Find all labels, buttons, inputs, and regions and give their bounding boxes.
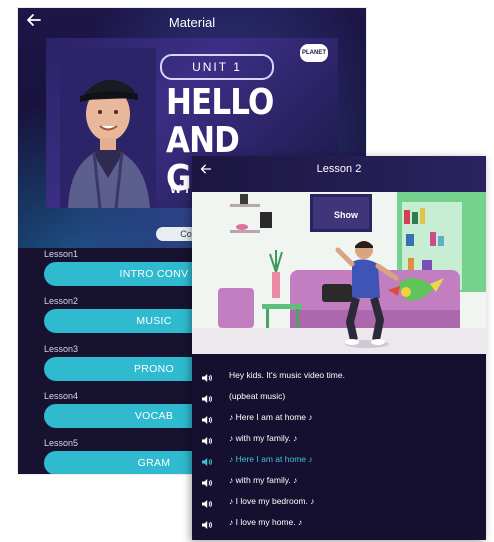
speaker-icon[interactable] [201,455,213,467]
speaker-icon[interactable] [201,392,213,404]
lyric-text: ♪ Here I am at home ♪ [229,412,313,422]
music-video-frame: Show [192,192,486,354]
page-title: Material [168,15,216,30]
lyric-line[interactable]: ♪ Here I am at home ♪ [192,409,486,429]
lyric-line[interactable]: Hey kids. It's music video time. [192,367,486,387]
speaker-icon[interactable] [201,497,213,509]
lyric-text: ♪ with my family. ♪ [229,433,298,443]
lyric-text: ♪ Here I am at home ♪ [229,454,313,464]
speaker-icon[interactable] [201,434,213,446]
cover-subtitle: WI [170,182,193,196]
poster-text: Show [334,210,359,220]
lyric-line[interactable]: (upbeat music) [192,388,486,408]
lyric-line-active[interactable]: ♪ Here I am at home ♪ [192,451,486,471]
planet-logo: PLANET [300,44,328,62]
lyric-text: ♪ I love my home. ♪ [229,517,303,527]
unit-badge: UNIT 1 [160,54,274,80]
lesson-header: Lesson 2 [192,156,486,192]
lyric-line[interactable]: ♪ with my family. ♪ [192,430,486,450]
video-player[interactable]: Show [192,192,486,354]
speaker-icon[interactable] [201,371,213,383]
lesson-title: Lesson 2 [316,163,362,175]
cover-boy-image [60,48,156,208]
speaker-icon[interactable] [201,476,213,488]
lyric-text: ♪ I love my bedroom. ♪ [229,496,315,506]
lesson-screen: Lesson 2 Show Hey kids. It's music video… [192,156,486,540]
lyric-text: Hey kids. It's music video time. [229,370,345,380]
lyric-line[interactable]: ♪ I love my home. ♪ [192,514,486,534]
speaker-icon[interactable] [201,518,213,530]
material-header: Material [18,8,366,38]
lyric-text: (upbeat music) [229,391,286,401]
lyric-line[interactable]: ♪ I love my bedroom. ♪ [192,493,486,513]
lyric-line[interactable]: ♪ with my family. ♪ [192,472,486,492]
cover-title-line1: HELLO AND [166,82,274,161]
speaker-icon[interactable] [201,413,213,425]
lyric-text: ♪ with my family. ♪ [229,475,298,485]
